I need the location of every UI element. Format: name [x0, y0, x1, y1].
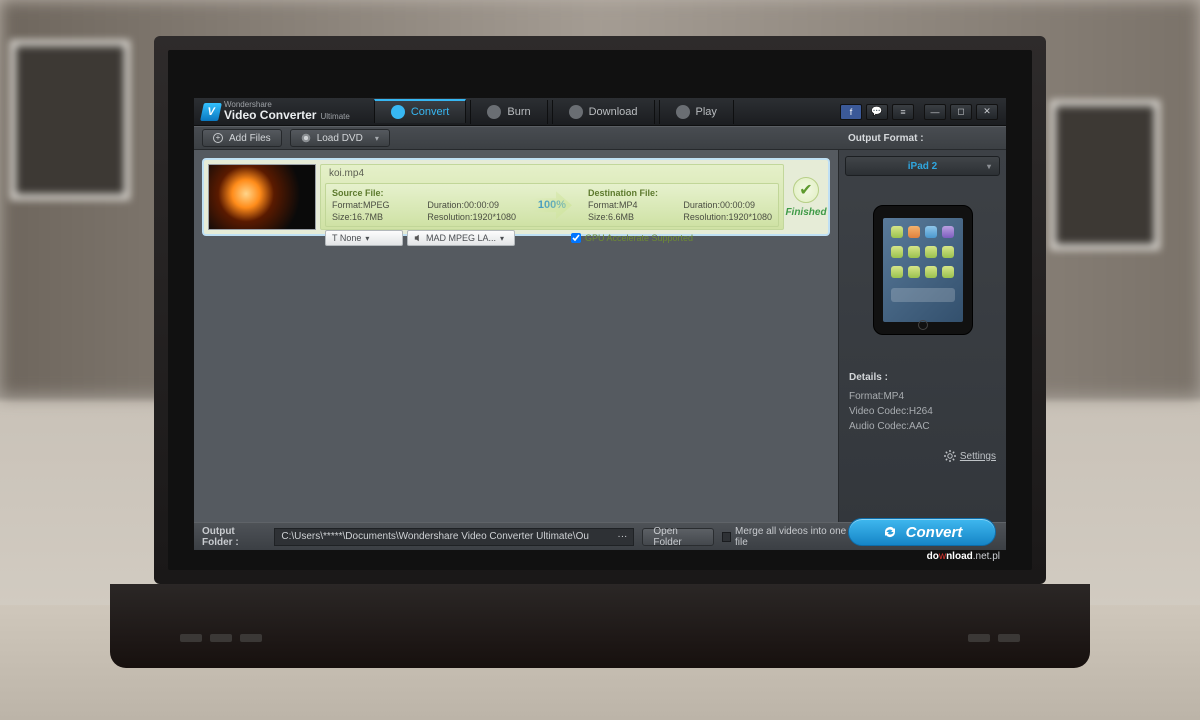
side-panel: iPad 2 [838, 150, 1006, 522]
output-folder-path[interactable]: C:\Users\*****\Documents\Wondershare Vid… [274, 528, 634, 546]
add-files-button[interactable]: + Add Files [202, 129, 282, 147]
disc-icon [487, 105, 501, 119]
subtitle-select[interactable]: T None [325, 230, 403, 246]
watermark: download.net.pl [927, 551, 1000, 562]
tab-convert[interactable]: Convert [374, 99, 467, 123]
settings-link[interactable]: Settings [944, 450, 996, 462]
menu-icon[interactable]: ≡ [892, 104, 914, 120]
app-logo-icon: V [200, 103, 222, 121]
file-name: koi.mp4 [325, 167, 779, 181]
arrow-icon [532, 191, 572, 219]
play-icon [676, 105, 690, 119]
ipad-icon [873, 205, 973, 335]
speaker-icon [414, 234, 422, 242]
output-format-select[interactable]: iPad 2 [845, 156, 1000, 176]
merge-checkbox[interactable]: Merge all videos into one file [722, 526, 847, 548]
video-thumbnail[interactable] [208, 164, 316, 230]
refresh-icon [882, 524, 898, 540]
facebook-icon[interactable]: f [840, 104, 862, 120]
app-window: V Wondershare Video ConverterUltimate Co… [194, 98, 1006, 550]
open-folder-button[interactable]: Open Folder [642, 528, 714, 546]
close-button[interactable]: ✕ [976, 104, 998, 120]
laptop-mockup: V Wondershare Video ConverterUltimate Co… [154, 36, 1046, 668]
load-dvd-button[interactable]: Load DVD [290, 129, 390, 147]
format-details: Details : Format:MP4 Video Codec:H264 Au… [849, 372, 996, 434]
title-bar: V Wondershare Video ConverterUltimate Co… [194, 98, 1006, 126]
output-folder-label: Output Folder : [202, 526, 266, 548]
feedback-icon[interactable]: 💬 [866, 104, 888, 120]
tab-burn[interactable]: Burn [470, 100, 547, 124]
audio-track-select[interactable]: MAD MPEG LA... [407, 230, 515, 246]
gpu-checkbox[interactable] [571, 233, 581, 243]
file-item[interactable]: koi.mp4 Source File: Format:MPEGDuration… [202, 158, 830, 236]
output-format-header: Output Format : [838, 126, 1006, 150]
download-icon [569, 105, 583, 119]
maximize-button[interactable]: ◻ [950, 104, 972, 120]
source-info: Source File: Format:MPEGDuration:00:00:0… [332, 187, 516, 223]
gpu-accel-label: GPU Accelerate Supported [571, 233, 693, 243]
destination-info: Destination File: Format:MP4Duration:00:… [588, 187, 772, 223]
minimize-button[interactable]: — [924, 104, 946, 120]
convert-button[interactable]: Convert [848, 518, 996, 546]
disc-icon [301, 133, 311, 143]
plus-icon: + [213, 133, 223, 143]
file-list: koi.mp4 Source File: Format:MPEGDuration… [194, 150, 838, 522]
tab-download[interactable]: Download [552, 100, 655, 124]
gear-icon [944, 450, 956, 462]
status-text: Finished [785, 207, 826, 218]
device-preview [856, 186, 990, 354]
tab-play[interactable]: Play [659, 100, 734, 124]
status-check-icon: ✔ [793, 177, 819, 203]
app-title: Wondershare Video ConverterUltimate [224, 101, 350, 123]
refresh-icon [391, 105, 405, 119]
